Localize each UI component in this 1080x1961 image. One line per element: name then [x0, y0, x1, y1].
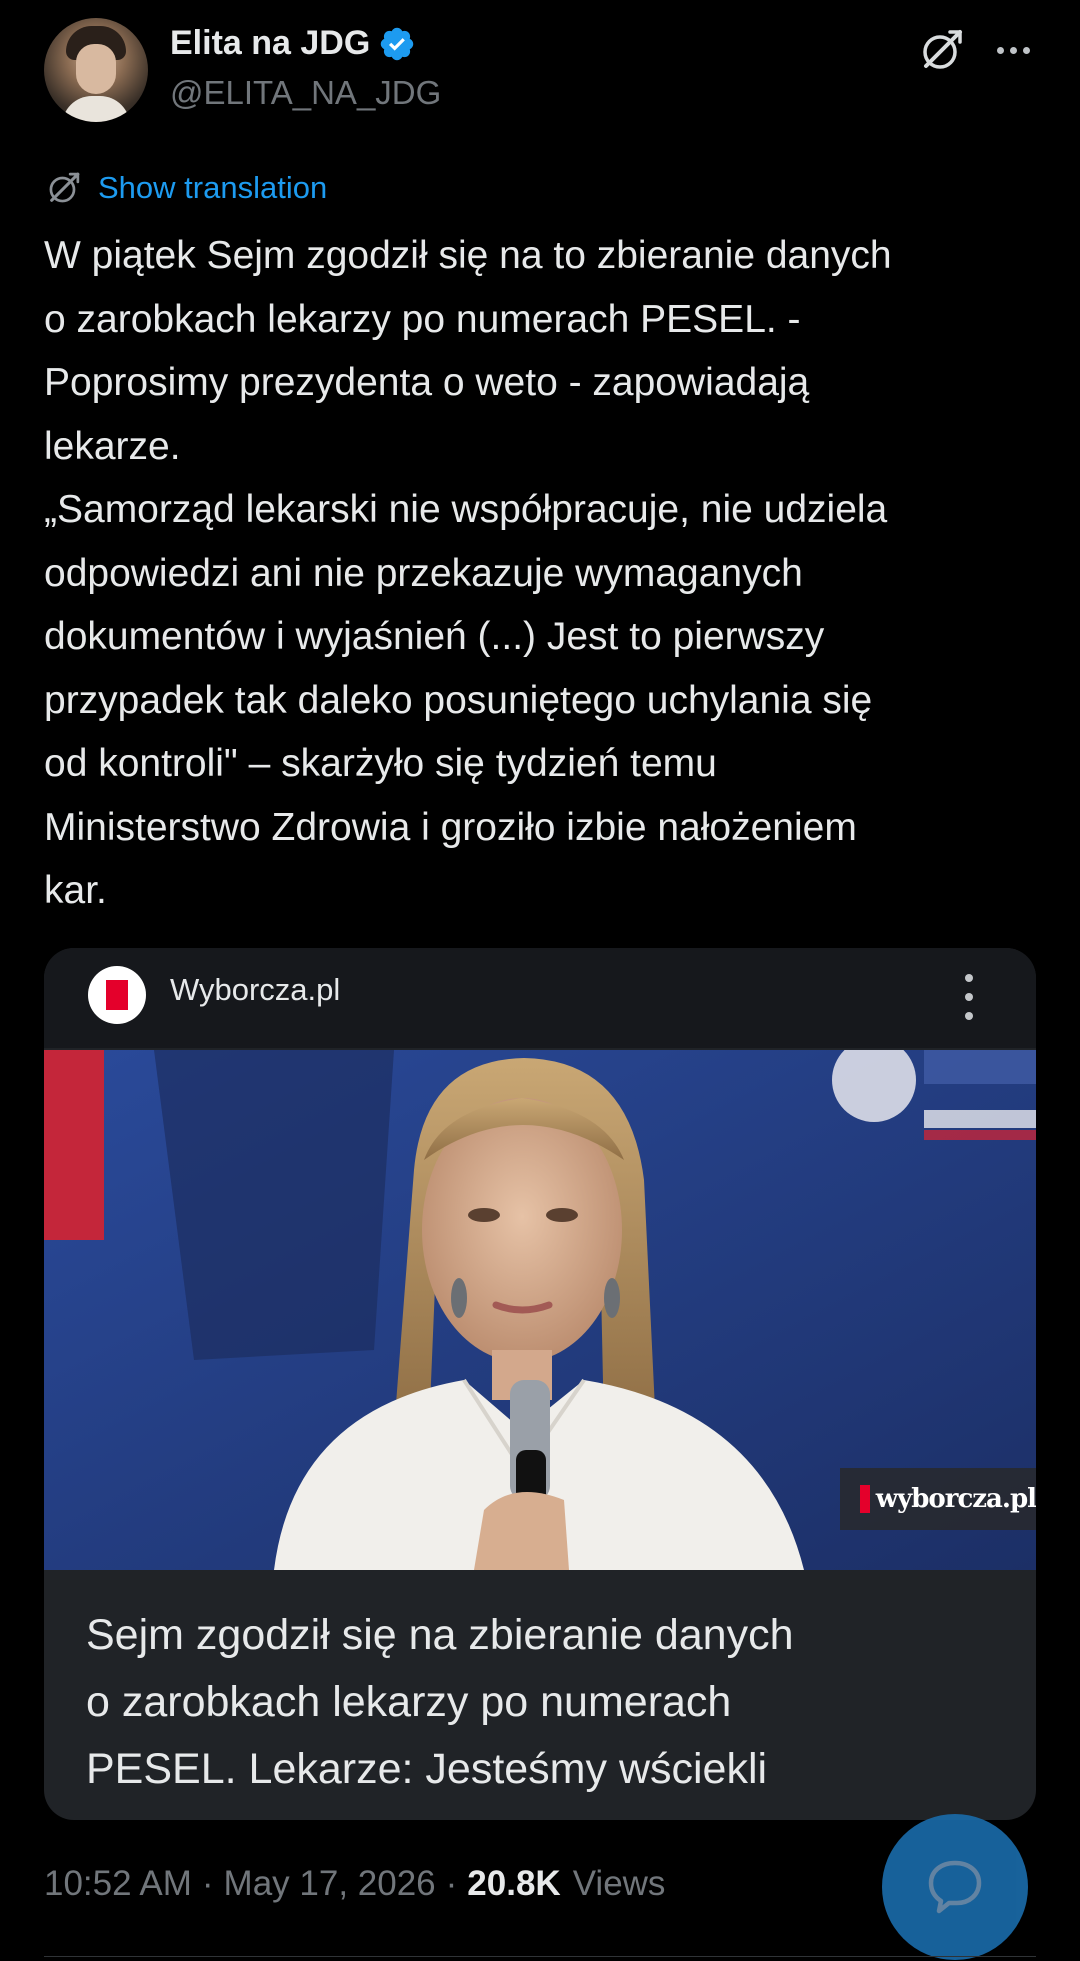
card-source-header: Wyborcza.pl	[44, 948, 1036, 1048]
article-image[interactable]: wyborcza.pl	[44, 1050, 1036, 1570]
more-options-icon[interactable]	[988, 30, 1038, 70]
tweet-text-line: Ministerstwo Zdrowia i groziło izbie nał…	[44, 805, 857, 849]
author-display-name[interactable]: Elita na JDG	[170, 24, 370, 63]
article-headline[interactable]: Sejm zgodził się na zbieranie danych o z…	[86, 1602, 1016, 1803]
tweet-date[interactable]: May 17, 2026	[224, 1864, 436, 1904]
headline-line: Sejm zgodził się na zbieranie danych	[86, 1611, 794, 1659]
tweet-text-line: Poprosimy prezydenta o weto - zapowiadaj…	[44, 361, 810, 404]
reply-fab-button[interactable]	[882, 1814, 1028, 1960]
headline-line: o zarobkach lekarzy po numerach	[86, 1678, 732, 1726]
image-watermark: wyborcza.pl	[840, 1468, 1036, 1530]
author-avatar[interactable]	[44, 18, 148, 122]
author-handle[interactable]: @ELITA_NA_JDG	[170, 74, 441, 112]
grok-icon[interactable]	[916, 24, 968, 76]
translation-row[interactable]: Show translation	[44, 168, 327, 208]
bottom-divider	[44, 1956, 1036, 1957]
meta-separator: ·	[201, 1864, 214, 1903]
views-count[interactable]: 20.8K	[467, 1864, 560, 1904]
site-logo	[88, 966, 146, 1024]
tweet-text-line: o zarobkach lekarzy po numerach PESEL. -	[44, 297, 801, 341]
tweet-text-line: od kontroli" – skarżyło się tydzień temu	[44, 742, 717, 785]
show-translation-link[interactable]: Show translation	[98, 170, 327, 206]
author-name-row[interactable]: Elita na JDG	[170, 24, 416, 63]
tweet-text-line: dokumentów i wyjaśnień (...) Jest to pie…	[44, 615, 825, 658]
vertical-dots-icon[interactable]	[954, 974, 984, 1020]
tweet-time[interactable]: 10:52 AM	[44, 1864, 192, 1904]
tweet-text-line: W piątek Sejm zgodził się na to zbierani…	[44, 234, 892, 277]
tweet-text-line: kar.	[44, 869, 107, 912]
site-name: Wyborcza.pl	[170, 972, 341, 1007]
tweet-header: Elita na JDG @ELITA_NA_JDG	[44, 18, 1036, 128]
grok-translate-icon	[44, 168, 84, 208]
headline-line: PESEL. Lekarze: Jesteśmy wściekli	[86, 1745, 768, 1793]
tweet-text-line: lekarze.	[44, 424, 181, 468]
link-preview-card[interactable]: Wyborcza.pl wyborcza.pl Sejm zgodził się…	[44, 948, 1036, 1820]
verified-badge-icon	[378, 25, 416, 63]
tweet-text-line: „Samorząd lekarski nie współpracuje, nie…	[44, 488, 888, 531]
meta-separator: ·	[445, 1864, 458, 1903]
tweet-text: W piątek Sejm zgodził się na to zbierani…	[44, 224, 1044, 923]
watermark-text: wyborcza.pl	[875, 1484, 1036, 1514]
tweet-meta: 10:52 AM · May 17, 2026 · 20.8K Views	[44, 1864, 665, 1904]
views-label: Views	[572, 1864, 666, 1903]
tweet-text-line: odpowiedzi ani nie przekazuje wymaganych	[44, 551, 803, 595]
reply-bubble-icon	[928, 1860, 982, 1914]
tweet-text-line: przypadek tak daleko posuniętego uchylan…	[44, 678, 873, 722]
